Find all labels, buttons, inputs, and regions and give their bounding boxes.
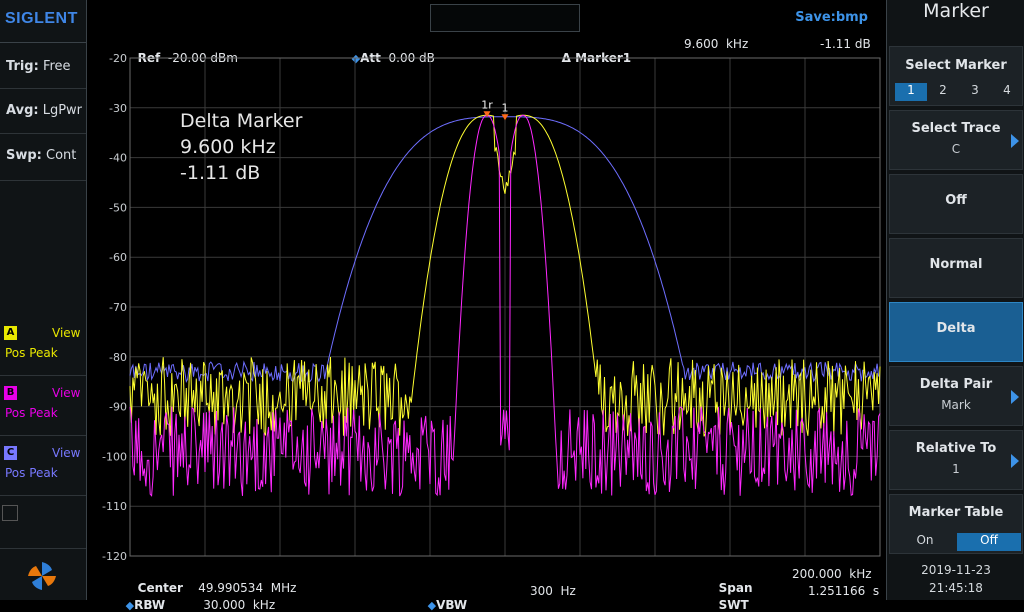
rbw[interactable]: ◆RBW 30.000 kHz <box>118 584 275 612</box>
overlay-level: -1.11 dB <box>180 162 261 184</box>
trace-c-view[interactable]: View <box>52 446 80 460</box>
y-axis-ticks: -20 -30 -40 -50 -60 -70 -80 -90 -100 -110 -120 <box>102 52 127 563</box>
message-box <box>430 4 580 32</box>
select-trace-value: C <box>951 142 961 156</box>
siglent-pinwheel-icon <box>28 562 56 590</box>
y-tick-label: -80 <box>109 351 127 364</box>
trigger-label: Trig: <box>6 59 39 74</box>
vbw-value: 300 Hz <box>530 584 576 598</box>
top-bar: Save:bmp <box>87 0 886 34</box>
divider <box>0 548 86 549</box>
y-tick-label: -70 <box>109 301 127 314</box>
marker-1r-label: 1r <box>481 98 493 111</box>
menu-title: Marker <box>923 0 989 22</box>
sweep-time[interactable]: SWT <box>711 584 749 612</box>
y-tick-label: -110 <box>102 500 127 513</box>
select-trace-key[interactable]: Select Trace C <box>889 110 1023 170</box>
submenu-arrow-icon <box>1011 390 1019 404</box>
softkey-menu: Marker Select Marker 1234 Select Trace C… <box>886 0 1024 600</box>
relative-to-label: Relative To <box>915 441 997 456</box>
marker-4-option[interactable]: 4 <box>991 83 1023 101</box>
average-status: Avg: LgPwr <box>6 103 82 118</box>
trace-b-view[interactable]: View <box>52 386 80 400</box>
span-value: 200.000 kHz <box>792 567 872 581</box>
divider <box>0 133 86 134</box>
normal-label: Normal <box>929 257 983 272</box>
marker-number-selector[interactable]: 1234 <box>890 79 1024 101</box>
relative-to-value: 1 <box>952 462 960 476</box>
marker-table-label: Marker Table <box>908 505 1004 520</box>
delta-label: Delta <box>936 321 976 336</box>
siglent-logo: SIGLENT <box>5 10 78 27</box>
select-marker-label: Select Marker <box>905 58 1007 73</box>
y-tick-label: -40 <box>109 152 127 165</box>
marker-1-label: 1 <box>502 101 509 114</box>
trace-a-badge[interactable]: A <box>4 326 17 340</box>
y-tick-label: -90 <box>109 401 127 414</box>
marker-delta-key[interactable]: Delta <box>889 302 1023 362</box>
marker-table-key[interactable]: Marker Table On Off <box>889 494 1023 554</box>
logo-area: SIGLENT <box>0 0 86 43</box>
delta-pair-label: Delta Pair <box>919 377 993 392</box>
select-marker-key[interactable]: Select Marker 1234 <box>889 46 1023 106</box>
vbw-dot-icon: ◆ <box>427 599 437 612</box>
swt-label: SWT <box>718 598 749 612</box>
y-tick-label: -50 <box>109 201 127 214</box>
trigger-status: Trig: Free <box>6 59 71 74</box>
divider <box>0 88 86 89</box>
date: 2019-11-23 <box>921 563 991 577</box>
y-tick-label: -60 <box>109 251 127 264</box>
delta-pair-value: Mark <box>941 398 971 412</box>
divider <box>0 180 86 181</box>
rbw-label: RBW <box>134 598 166 612</box>
rbw-value: 30.000 kHz <box>203 598 276 612</box>
left-status-panel: SIGLENT Trig: Free Avg: LgPwr Swp: Cont … <box>0 0 87 600</box>
trace-a-detector: Pos Peak <box>5 346 58 360</box>
divider <box>0 375 86 376</box>
y-tick-label: -30 <box>109 102 127 115</box>
trace-b-detector: Pos Peak <box>5 406 58 420</box>
overlay-freq: 9.600 kHz <box>180 136 276 158</box>
marker-normal-key[interactable]: Normal <box>889 238 1023 298</box>
submenu-arrow-icon <box>1011 134 1019 148</box>
average-label: Avg: <box>6 103 39 118</box>
trace-c-badge[interactable]: C <box>4 446 17 460</box>
y-tick-label: -100 <box>102 450 127 463</box>
trace-a-view[interactable]: View <box>52 326 80 340</box>
relative-to-key[interactable]: Relative To 1 <box>889 430 1023 490</box>
overlay-title: Delta Marker <box>180 110 303 132</box>
trigger-value: Free <box>42 59 71 74</box>
sweep-label: Swp: <box>6 148 42 163</box>
select-trace-label: Select Trace <box>911 121 1001 136</box>
rbw-dot-icon: ◆ <box>125 599 135 612</box>
sweep-value: Cont <box>46 148 77 163</box>
marker-1-option[interactable]: 1 <box>895 83 927 101</box>
table-on-option[interactable]: On <box>893 533 957 551</box>
vbw[interactable]: ◆VBW <box>420 584 467 612</box>
off-label: Off <box>945 193 967 208</box>
marker-off-key[interactable]: Off <box>889 174 1023 234</box>
vbw-label: VBW <box>436 598 468 612</box>
y-tick-label: -120 <box>102 550 127 563</box>
divider <box>0 495 86 496</box>
time: 21:45:18 <box>929 581 983 595</box>
table-off-option[interactable]: Off <box>957 533 1021 551</box>
trace-b-badge[interactable]: B <box>4 386 17 400</box>
marker-3-option[interactable]: 3 <box>959 83 991 101</box>
swt-value: 1.251166 s <box>808 584 880 598</box>
trace-d-slot[interactable] <box>2 505 18 521</box>
y-tick-label: -20 <box>109 52 127 65</box>
divider <box>0 435 86 436</box>
delta-pair-key[interactable]: Delta Pair Mark <box>889 366 1023 426</box>
marker-2-option[interactable]: 2 <box>927 83 959 101</box>
marker-table-toggle[interactable]: On Off <box>890 529 1024 551</box>
sweep-status: Swp: Cont <box>6 148 76 163</box>
delta-marker-overlay: Delta Marker 9.600 kHz -1.11 dB <box>180 108 302 186</box>
submenu-arrow-icon <box>1011 454 1019 468</box>
trace-c-detector: Pos Peak <box>5 466 58 480</box>
average-value: LgPwr <box>42 103 83 118</box>
save-format[interactable]: Save:bmp <box>795 10 868 25</box>
